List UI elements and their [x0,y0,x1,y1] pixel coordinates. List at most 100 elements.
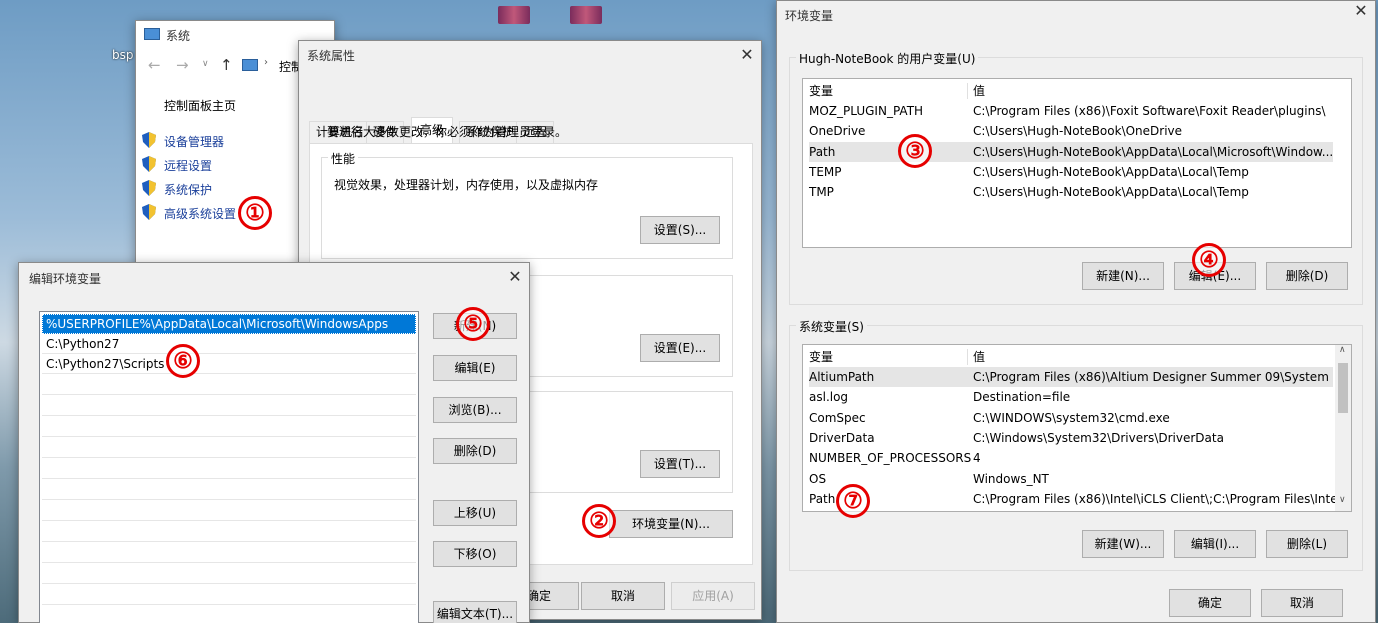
scrollbar-thumb[interactable] [1338,363,1348,413]
system-delete-button[interactable]: 删除(L) [1266,530,1348,558]
variable-value-cell: C:\Users\Hugh-NoteBook\AppData\Local\Mic… [973,144,1334,159]
back-arrow-icon[interactable]: ← [148,56,161,74]
column-header-variable[interactable]: 变量 [809,347,833,367]
performance-settings-button[interactable]: 设置(S)... [640,216,720,244]
variable-name-cell: OS [809,471,827,486]
dialog-title: 系统属性 [307,49,356,63]
system-window-icon [144,28,160,40]
column-header-value[interactable]: 值 [973,81,985,101]
delete-button[interactable]: 删除(D) [433,438,517,464]
user-delete-button[interactable]: 删除(D) [1266,262,1348,290]
shield-icon [142,132,156,148]
table-row[interactable]: OneDrive C:\Users\Hugh-NoteBook\OneDrive [809,121,1333,141]
variable-value-cell: C:\Users\Hugh-NoteBook\AppData\Local\Tem… [973,185,1249,200]
forward-arrow-icon[interactable]: → [176,56,189,74]
side-link-system-protection[interactable]: 系统保护 [142,179,322,199]
variable-value-cell: C:\Windows\System32\Drivers\DriverData [973,430,1224,445]
variable-name-cell: AltiumPath [809,370,875,384]
apply-button[interactable]: 应用(A) [671,582,755,610]
startup-recovery-settings-button[interactable]: 设置(T)... [640,450,720,478]
table-row[interactable]: OS Windows_NT [809,469,1333,489]
table-row[interactable]: ComSpec C:\WINDOWS\system32\cmd.exe [809,408,1333,428]
side-link-device-manager[interactable]: 设备管理器 [142,131,322,151]
close-icon[interactable]: ✕ [735,45,759,65]
variable-name-cell: OneDrive [809,124,866,139]
close-icon[interactable]: ✕ [503,267,527,287]
edit-text-button[interactable]: 编辑文本(T)... [433,601,517,623]
desktop-icon-label[interactable]: bsp [112,48,134,62]
side-link-advanced-settings[interactable]: 高级系统设置 [142,203,322,223]
user-variables-list[interactable]: 变量 值 MOZ_PLUGIN_PATH C:\Program Files (x8… [802,78,1352,248]
variable-name-cell: NUMBER_OF_PROCESSORS [809,451,972,466]
dialog-title: 编辑环境变量 [29,272,102,286]
table-row[interactable]: DriverData C:\Windows\System32\Drivers\Dr… [809,428,1333,448]
cancel-button[interactable]: 取消 [581,582,665,610]
user-variables-label: Hugh-NoteBook 的用户变量(U) [796,50,979,67]
column-divider [967,83,968,99]
table-row[interactable]: asl.log Destination=file [809,387,1333,407]
browse-button[interactable]: 浏览(B)... [433,397,517,423]
variable-value-cell: Destination=file [973,390,1071,405]
system-window-title: 系统 [166,29,191,43]
annotation-7: ⑦ [836,484,870,518]
scroll-down-icon[interactable]: ∨ [1339,495,1346,505]
up-arrow-icon[interactable]: ↑ [220,56,233,74]
list-item-text: C:\Python27\Scripts [46,357,165,371]
edit-button[interactable]: 编辑(E) [433,355,517,381]
annotation-3: ③ [898,134,932,168]
list-item-text: C:\Python27 [46,337,120,351]
vertical-scrollbar[interactable]: ∧ ∨ [1335,345,1351,511]
variable-name-cell: DriverData [809,430,875,445]
column-header-variable[interactable]: 变量 [809,81,833,101]
ok-button[interactable]: 确定 [1169,589,1251,617]
computer-icon [242,59,258,71]
list-item[interactable]: C:\Python27 [42,334,416,354]
environment-variables-button[interactable]: 环境变量(N)... [609,510,733,538]
annotation-6: ⑥ [166,344,200,378]
user-profiles-settings-button[interactable]: 设置(E)... [640,334,720,362]
dialog-title: 环境变量 [785,9,834,23]
breadcrumb-separator-icon: › [264,57,268,68]
path-list[interactable]: %USERPROFILE%\AppData\Local\Microsoft\Wi… [39,311,419,623]
table-row[interactable]: AltiumPath C:\Program Files (x86)\Altium … [809,367,1333,387]
control-panel-home-link[interactable]: 控制面板主页 [164,97,236,114]
variable-name-cell: Path [809,144,836,159]
column-header-value[interactable]: 值 [973,347,985,367]
system-variables-list[interactable]: 变量 值 AltiumPath C:\Program Files (x86)\Al… [802,344,1352,512]
side-link-remote-settings[interactable]: 远程设置 [142,155,322,175]
variable-value-cell: C:\Users\Hugh-NoteBook\OneDrive [973,124,1183,139]
move-down-button[interactable]: 下移(O) [433,541,517,567]
move-up-button[interactable]: 上移(U) [433,500,517,526]
shield-icon [142,204,156,220]
edit-env-dialog: 编辑环境变量 ✕ %USERPROFILE%\AppData\Local\Mic… [18,262,530,623]
variable-name-cell: TEMP [809,164,842,179]
table-row[interactable]: Path C:\Program Files (x86)\Intel\iCLS Cl… [809,489,1351,509]
side-link-label: 设备管理器 [164,135,225,149]
variable-name-cell: Path [809,491,836,506]
table-row[interactable]: TMP C:\Users\Hugh-NoteBook\AppData\Local\… [809,182,1333,202]
system-edit-button[interactable]: 编辑(I)... [1174,530,1256,558]
table-row[interactable]: Path C:\Users\Hugh-NoteBook\AppData\Local… [809,141,1334,162]
list-item[interactable]: C:\Python27\Scripts [42,354,416,374]
close-icon[interactable]: ✕ [1349,1,1373,21]
table-row[interactable]: MOZ_PLUGIN_PATH C:\Program Files (x86)\Fo… [809,101,1333,121]
variable-value-cell: C:\WINDOWS\system32\cmd.exe [973,410,1170,425]
list-header: 变量 值 [809,347,1339,367]
variable-value-cell: C:\Users\Hugh-NoteBook\AppData\Local\Tem… [973,164,1249,179]
list-item[interactable]: %USERPROFILE%\AppData\Local\Microsoft\Wi… [42,314,416,334]
table-row[interactable]: TEMP C:\Users\Hugh-NoteBook\AppData\Local… [809,162,1333,182]
table-row[interactable]: NUMBER_OF_PROCESSORS 4 [809,448,1333,468]
dropdown-chevron-icon[interactable]: ∨ [202,59,209,69]
user-new-button[interactable]: 新建(N)... [1082,262,1164,290]
variable-value-cell: 4 [973,451,981,466]
scroll-up-icon[interactable]: ∧ [1339,345,1346,355]
environment-variables-dialog: 环境变量 ✕ Hugh-NoteBook 的用户变量(U) 变量 值 MOZ_P… [776,0,1376,623]
desktop-app-icon[interactable] [498,6,530,24]
cancel-button[interactable]: 取消 [1261,589,1343,617]
performance-description: 视觉效果，处理器计划，内存使用，以及虚拟内存 [334,178,599,192]
desktop-app-icon[interactable] [570,6,602,24]
side-link-label: 系统保护 [164,183,213,197]
system-new-button[interactable]: 新建(W)... [1082,530,1164,558]
annotation-4: ④ [1192,243,1226,277]
list-item-text: %USERPROFILE%\AppData\Local\Microsoft\Wi… [46,317,389,331]
